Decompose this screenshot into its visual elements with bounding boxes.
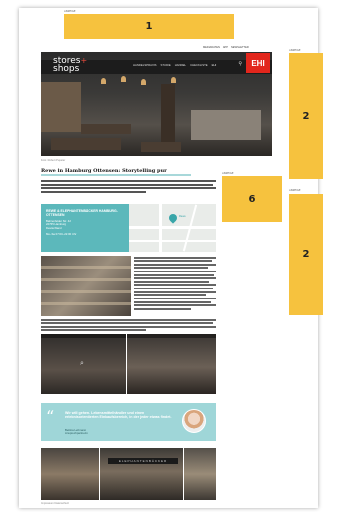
quote-text: Wir will gehen. Lebensmittelhändler und … (65, 411, 172, 420)
bottom-image-1[interactable] (41, 448, 99, 500)
store-sign: ELEPHANTENBÄCKER (108, 458, 178, 464)
zoom-icon[interactable]: ⌕ (80, 360, 84, 368)
map-pin-label: Rewe (179, 215, 186, 218)
ad-number: 1 (145, 21, 153, 32)
avatar (182, 409, 206, 433)
nav-item-ehi[interactable]: EHI (212, 63, 217, 67)
hero-image: stores+ shops HANDELSPRAXIS STUDIE HANDE… (41, 52, 272, 156)
ad-number: 2 (302, 110, 310, 122)
quote-author: Bettina Lehmann Ansprechpartnerin (65, 428, 88, 436)
lamp-icon (171, 77, 176, 83)
lamp-icon (101, 78, 106, 84)
counter (191, 110, 261, 140)
gallery-image-1[interactable]: ⌕ (41, 334, 126, 394)
lamp-icon (121, 76, 126, 82)
nav-item-checkliste[interactable]: CHECKLISTE (190, 63, 208, 67)
lamp-icon (141, 79, 146, 85)
article-body-column (134, 257, 216, 311)
table (51, 138, 121, 150)
shelf (41, 82, 81, 132)
store-info-heading: REWE & ELEPHANTENBÄCKER HAMBURG-OTTENSEN (46, 209, 118, 217)
nav-item-studie[interactable]: STUDIE (160, 63, 170, 67)
brand-plus: + (80, 56, 88, 65)
pillar (161, 84, 175, 144)
gallery-image-2[interactable] (127, 334, 216, 394)
search-icon[interactable]: ⚲ (238, 61, 242, 67)
article-intro (41, 180, 216, 194)
bottom-image-3[interactable] (184, 448, 216, 500)
nav-item-handel[interactable]: HANDEL (175, 63, 186, 67)
footer-links[interactable]: Impressum Datenschutz (41, 502, 69, 505)
brand-line2: shops (53, 64, 80, 74)
meta-links: MEDIADATEN APP NEWSLETTER (203, 46, 249, 49)
link-newsletter[interactable]: NEWSLETTER (231, 46, 249, 49)
table (141, 142, 181, 152)
nav-item-handelspraxis[interactable]: HANDELSPRAXIS (133, 63, 156, 67)
article-subline (41, 174, 191, 176)
ad-number: 2 (302, 249, 310, 260)
site-logo[interactable]: stores+ shops (53, 56, 88, 74)
ehi-logo[interactable]: EHI (246, 53, 270, 73)
quote-author-role: Ansprechpartnerin (65, 431, 88, 436)
store-map[interactable]: Rewe (129, 204, 216, 252)
address-line3: Deutschland (46, 225, 62, 230)
ad-skyscraper-bottom[interactable]: 2 (289, 194, 323, 315)
ad-label-middle: ANZEIGE (222, 172, 234, 175)
opening-hours: Mo–Sa 07:00–22:00 Uhr (46, 232, 77, 237)
link-app[interactable]: APP (223, 46, 228, 49)
ad-number: 6 (248, 193, 256, 205)
bottom-image-2[interactable]: ELEPHANTENBÄCKER (100, 448, 183, 500)
store-info-card: REWE & ELEPHANTENBÄCKER HAMBURG-OTTENSEN… (41, 204, 129, 252)
article-image[interactable] (41, 256, 131, 316)
map-pin-icon[interactable] (167, 212, 179, 224)
ad-label-top: ANZEIGE (64, 10, 76, 13)
image-caption: Foto: Robert Pupeter (41, 159, 66, 162)
ad-skyscraper-top[interactable]: 2 (289, 53, 323, 179)
article-body (41, 319, 216, 333)
ad-rectangle-middle[interactable]: 6 (222, 176, 282, 222)
ad-banner-top[interactable]: 1 (64, 14, 234, 39)
table (81, 124, 131, 134)
ad-label-right-top: ANZEIGE (289, 49, 301, 52)
ad-label-right-bottom: ANZEIGE (289, 189, 301, 192)
link-mediadaten[interactable]: MEDIADATEN (203, 46, 220, 49)
main-nav: HANDELSPRAXIS STUDIE HANDEL CHECKLISTE E… (133, 63, 216, 67)
quote-box: “ Wir will gehen. Lebensmittelhändler un… (41, 403, 216, 441)
quote-mark-icon: “ (46, 407, 55, 426)
